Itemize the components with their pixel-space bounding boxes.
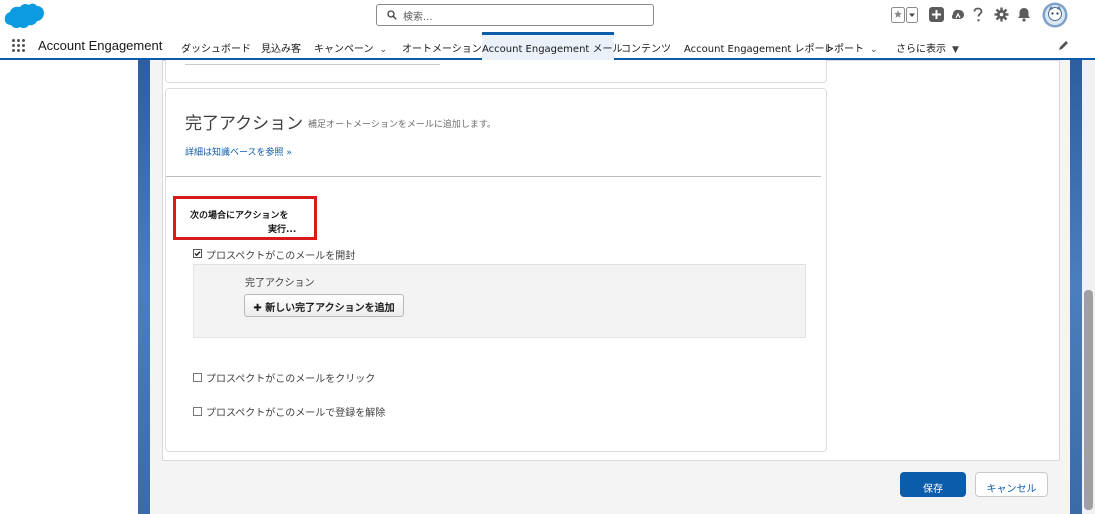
help-icon[interactable] xyxy=(972,7,984,23)
cancel-button[interactable]: キャンセル xyxy=(975,472,1048,497)
previous-section-divider xyxy=(185,64,440,65)
caret-down-icon[interactable]: ▼ xyxy=(952,45,959,55)
app-launcher-icon[interactable] xyxy=(12,39,26,53)
section-divider xyxy=(166,176,821,177)
clicked-email-checkbox[interactable] xyxy=(193,373,202,382)
tab-ae-email[interactable]: Account Engagement メール xyxy=(482,32,623,60)
unsubscribed-email-label: プロスペクトがこのメールで登録を解除 xyxy=(206,408,386,419)
global-header: 検索... xyxy=(0,0,1095,32)
chevron-down-icon[interactable]: ⌄ xyxy=(870,45,878,55)
search-placeholder: 検索... xyxy=(403,12,433,23)
opened-email-label: プロスペクトがこのメールを開封 xyxy=(206,251,356,262)
page-background-left xyxy=(0,60,138,514)
tab-dashboard[interactable]: ダッシュボード xyxy=(181,32,251,60)
opened-email-checkbox[interactable] xyxy=(193,249,202,258)
tab-campaigns[interactable]: キャンペーン ⌄ xyxy=(314,32,387,60)
global-search-input[interactable]: 検索... xyxy=(376,4,654,26)
scrollbar-thumb[interactable] xyxy=(1084,290,1093,510)
user-avatar[interactable] xyxy=(1042,2,1068,28)
section-subtitle: 補足オートメーションをメールに追加します。 xyxy=(308,120,496,130)
global-actions-plus-icon[interactable] xyxy=(929,7,944,22)
notifications-bell-icon[interactable] xyxy=(1017,7,1031,22)
unsubscribed-email-checkbox[interactable] xyxy=(193,407,202,416)
background-strip-right xyxy=(1070,60,1082,514)
edit-nav-pencil-icon[interactable] xyxy=(1058,40,1069,51)
search-icon xyxy=(387,10,397,20)
tab-reports[interactable]: レポート ⌄ xyxy=(824,32,878,60)
chevron-down-icon[interactable]: ⌄ xyxy=(380,45,388,55)
tab-ae-reports[interactable]: Account Engagement レポート xyxy=(684,32,835,60)
background-strip-left xyxy=(138,60,150,514)
section-title: 完了アクション xyxy=(185,114,304,134)
favorites-dropdown-icon[interactable] xyxy=(906,7,918,23)
clicked-email-label: プロスペクトがこのメールをクリック xyxy=(206,374,376,385)
favorites-star-icon[interactable] xyxy=(891,7,905,23)
plus-icon: ✚ xyxy=(253,303,262,314)
trailhead-icon[interactable] xyxy=(949,7,966,22)
completion-action-label: 完了アクション xyxy=(245,278,315,289)
when-label-line1: 次の場合にアクションを xyxy=(190,211,289,221)
checkmark-icon xyxy=(193,249,202,258)
tab-automation[interactable]: オートメーション xyxy=(402,32,482,60)
tab-prospects[interactable]: 見込み客 xyxy=(261,32,301,60)
app-name: Account Engagement xyxy=(38,38,163,53)
app-nav-bar: Account Engagement ダッシュボード 見込み客 キャンペーン ⌄ … xyxy=(0,32,1095,60)
tab-content[interactable]: コンテンツ xyxy=(621,32,671,60)
save-button[interactable]: 保存 xyxy=(900,472,966,497)
when-label-line2: 実行... xyxy=(268,225,297,235)
salesforce-cloud-icon[interactable] xyxy=(4,3,44,29)
setup-gear-icon[interactable] xyxy=(994,7,1009,22)
knowledge-base-link[interactable]: 詳細は知識ベースを参照 » xyxy=(185,145,292,158)
tab-more[interactable]: さらに表示 ▼ xyxy=(896,32,959,60)
add-completion-action-button[interactable]: ✚ 新しい完了アクションを追加 xyxy=(244,294,404,317)
